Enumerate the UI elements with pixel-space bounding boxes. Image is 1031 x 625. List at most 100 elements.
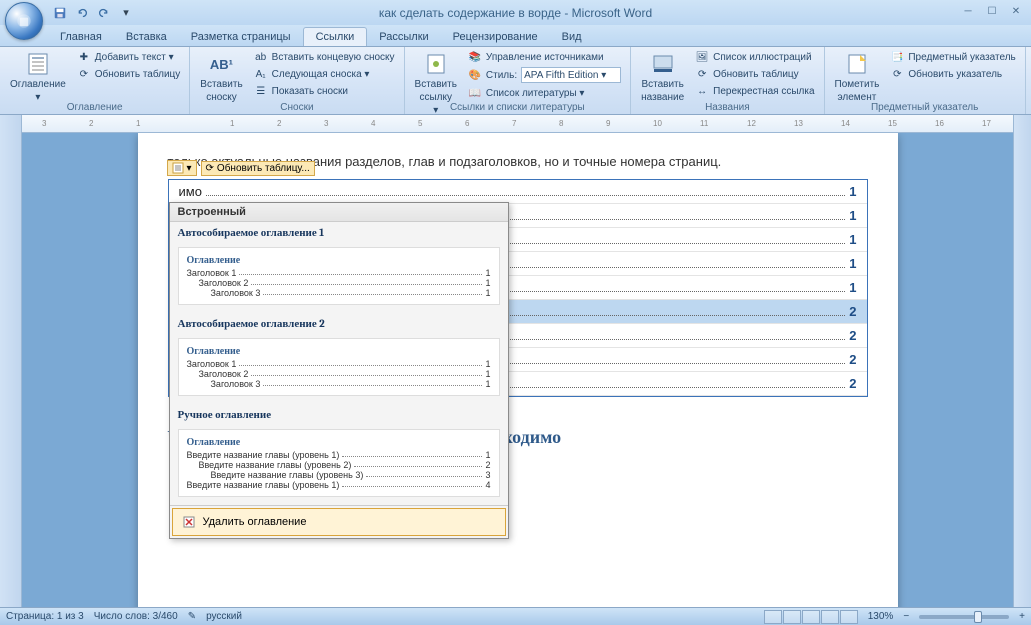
qat-dropdown-icon[interactable]: ▾: [116, 3, 136, 23]
update-tof-button[interactable]: ⟳Обновить таблицу: [692, 66, 817, 82]
status-bar: Страница: 1 из 3 Число слов: 3/460 ✎ рус…: [0, 607, 1031, 625]
titlebar: ▾ как сделать содержание в ворде - Micro…: [0, 0, 1031, 25]
manage-sources-button[interactable]: 📚Управление источниками: [465, 49, 624, 65]
view-web[interactable]: [802, 610, 820, 624]
zoom-level[interactable]: 130%: [868, 611, 894, 622]
show-notes-button[interactable]: ☰Показать сноски: [251, 83, 398, 99]
zoom-thumb[interactable]: [974, 611, 982, 623]
insert-caption-button[interactable]: Вставить название: [637, 49, 688, 105]
redo-icon[interactable]: [94, 3, 114, 23]
tab-home[interactable]: Главная: [48, 28, 114, 46]
insert-index-button[interactable]: 📑Предметный указатель: [887, 49, 1018, 65]
mark-entry-icon: [844, 51, 870, 77]
endnote-icon: ab: [254, 50, 268, 64]
gallery-manual-title[interactable]: Ручное оглавление: [170, 404, 508, 425]
view-print-layout[interactable]: [764, 610, 782, 624]
toc-controls: ▾ ⟳ Обновить таблицу...: [167, 160, 315, 176]
horizontal-ruler[interactable]: 3211234567891011121314151617: [22, 115, 1013, 133]
tab-review[interactable]: Рецензирование: [441, 28, 550, 46]
vertical-scrollbar[interactable]: [1013, 115, 1031, 607]
table-of-figures-button[interactable]: 🖼Список иллюстраций: [692, 49, 817, 65]
show-notes-icon: ☰: [254, 84, 268, 98]
caption-icon: [650, 51, 676, 77]
zoom-out-button[interactable]: −: [903, 611, 909, 622]
toc-field[interactable]: ▾ ⟳ Обновить таблицу... Встроенный Автос…: [168, 179, 868, 397]
tab-page-layout[interactable]: Разметка страницы: [179, 28, 303, 46]
refresh-icon: ⟳: [77, 67, 91, 81]
remove-toc-button[interactable]: Удалить оглавление: [172, 508, 506, 536]
group-toc: Оглавление▾ ✚Добавить текст ▾ ⟳Обновить …: [0, 47, 190, 114]
gallery-auto1-preview[interactable]: Оглавление Заголовок 11 Заголовок 21 Заг…: [178, 247, 500, 305]
zoom-slider[interactable]: [919, 615, 1009, 619]
gallery-auto1-title[interactable]: Автособираемое оглавление 1: [170, 222, 508, 243]
refresh-icon: ⟳: [695, 67, 709, 81]
footnote-icon: AB¹: [208, 51, 234, 77]
toc-icon: [25, 51, 51, 77]
view-draft[interactable]: [840, 610, 858, 624]
document-area[interactable]: только актуальные названия разделов, гла…: [22, 133, 1013, 607]
view-full-screen[interactable]: [783, 610, 801, 624]
add-text-icon: ✚: [77, 50, 91, 64]
toc-update-button[interactable]: ⟳ Обновить таблицу...: [201, 161, 315, 176]
bibliography-button[interactable]: 📖Список литературы ▾: [465, 85, 624, 101]
minimize-button[interactable]: ─: [957, 3, 979, 19]
insert-footnote-button[interactable]: AB¹ Вставить сноску: [196, 49, 246, 105]
gallery-auto2-preview[interactable]: Оглавление Заголовок 11 Заголовок 21 Заг…: [178, 338, 500, 396]
gallery-manual-preview[interactable]: Оглавление Введите название главы (урове…: [178, 429, 500, 497]
refresh-icon: ⟳: [890, 67, 904, 81]
toc-button[interactable]: Оглавление▾: [6, 49, 70, 105]
status-language[interactable]: русский: [206, 611, 242, 622]
style-combo: APA Fifth Edition ▾: [521, 67, 621, 83]
close-button[interactable]: ✕: [1005, 3, 1027, 19]
tab-references[interactable]: Ссылки: [303, 27, 368, 46]
tab-view[interactable]: Вид: [550, 28, 594, 46]
status-page[interactable]: Страница: 1 из 3: [6, 611, 84, 622]
window-title: как сделать содержание в ворде - Microso…: [379, 6, 652, 20]
sources-icon: 📚: [468, 50, 482, 64]
figures-icon: 🖼: [695, 50, 709, 64]
group-footnotes: AB¹ Вставить сноску abВставить концевую …: [190, 47, 404, 114]
next-footnote-icon: A₁: [254, 67, 268, 81]
update-index-button[interactable]: ⟳Обновить указатель: [887, 66, 1018, 82]
refresh-icon: ⟳: [206, 163, 214, 174]
ribbon-tabs: Главная Вставка Разметка страницы Ссылки…: [0, 25, 1031, 47]
citation-icon: [423, 51, 449, 77]
page: только актуальные названия разделов, гла…: [138, 133, 898, 607]
style-icon: 🎨: [468, 68, 482, 82]
ribbon: Оглавление▾ ✚Добавить текст ▾ ⟳Обновить …: [0, 47, 1031, 115]
next-footnote-button[interactable]: A₁Следующая сноска ▾: [251, 66, 398, 82]
tab-mailings[interactable]: Рассылки: [367, 28, 440, 46]
vertical-ruler: [0, 115, 22, 607]
add-text-button[interactable]: ✚Добавить текст ▾: [74, 49, 184, 65]
group-toa: Пометить ссылку Таблица ссылок: [1026, 47, 1031, 114]
toc-menu-button[interactable]: ▾: [167, 160, 197, 176]
maximize-button[interactable]: ☐: [981, 3, 1003, 19]
workspace: 3211234567891011121314151617 только акту…: [0, 115, 1031, 607]
index-icon: 📑: [890, 50, 904, 64]
undo-icon[interactable]: [72, 3, 92, 23]
toc-gallery: Встроенный Автособираемое оглавление 1 О…: [169, 202, 509, 539]
citation-style[interactable]: 🎨Стиль:APA Fifth Edition ▾: [465, 66, 624, 84]
save-icon[interactable]: [50, 3, 70, 23]
group-index: Пометить элемент 📑Предметный указатель ⟳…: [825, 47, 1026, 114]
gallery-header-builtin: Встроенный: [170, 203, 508, 222]
status-words[interactable]: Число слов: 3/460: [94, 611, 178, 622]
group-citations: Вставить ссылку▾ 📚Управление источниками…: [405, 47, 632, 114]
quick-access-toolbar: ▾: [50, 3, 136, 23]
zoom-in-button[interactable]: +: [1019, 611, 1025, 622]
insert-endnote-button[interactable]: abВставить концевую сноску: [251, 49, 398, 65]
proofing-icon[interactable]: ✎: [188, 611, 196, 622]
crossref-icon: ↔: [695, 84, 709, 98]
toc-entry[interactable]: имо1: [169, 180, 867, 204]
cross-reference-button[interactable]: ↔Перекрестная ссылка: [692, 83, 817, 99]
gallery-auto2-title[interactable]: Автособираемое оглавление 2: [170, 313, 508, 334]
delete-icon: [181, 514, 197, 530]
bibliography-icon: 📖: [468, 86, 482, 100]
view-outline[interactable]: [821, 610, 839, 624]
update-table-button[interactable]: ⟳Обновить таблицу: [74, 66, 184, 82]
group-captions: Вставить название 🖼Список иллюстраций ⟳О…: [631, 47, 824, 114]
tab-insert[interactable]: Вставка: [114, 28, 179, 46]
office-button[interactable]: [5, 2, 43, 40]
view-buttons: [764, 610, 858, 624]
mark-entry-button[interactable]: Пометить элемент: [831, 49, 884, 105]
